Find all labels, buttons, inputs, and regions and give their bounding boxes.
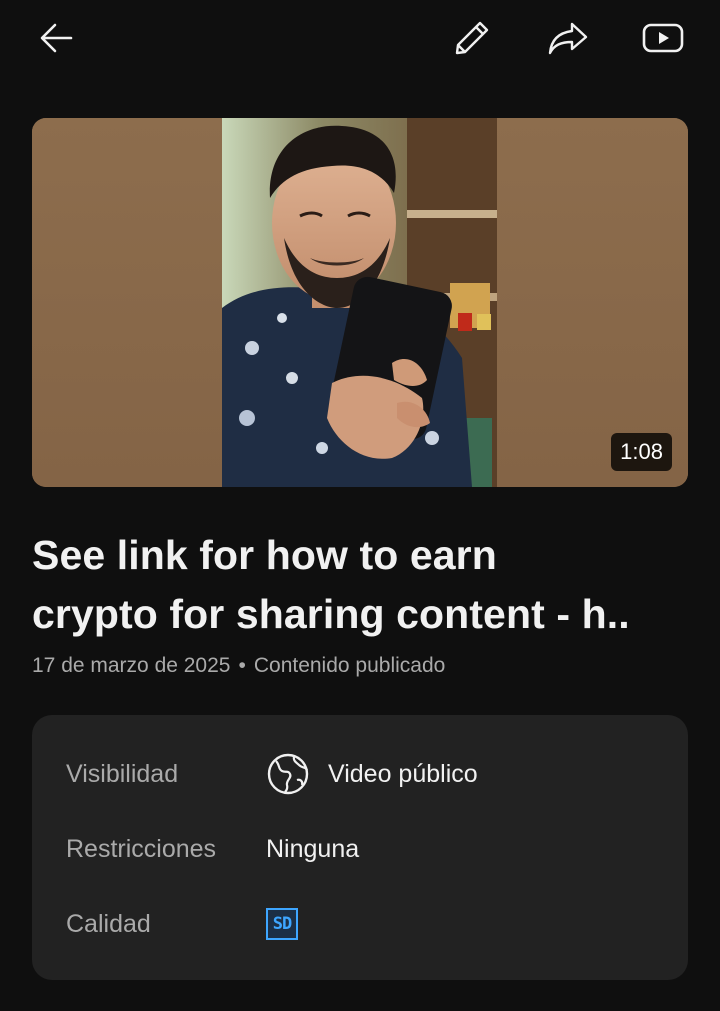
visibility-label: Visibilidad [66, 759, 179, 788]
youtube-play-icon [642, 23, 684, 53]
quality-value-group: SD [266, 908, 298, 940]
back-button[interactable] [29, 10, 85, 66]
quality-row[interactable]: Calidad SD [66, 899, 298, 949]
visibility-value: Video público [328, 759, 478, 788]
video-details-screen: 1:08 See link for how to earn crypto for… [0, 0, 720, 1011]
video-title-line-1: See link for how to earn [32, 532, 497, 578]
visibility-value-group: Video público [266, 752, 478, 796]
thumbnail-person-image [222, 118, 498, 487]
share-arrow-icon [548, 22, 588, 55]
video-title-line-2: crypto for sharing content - h.. [32, 591, 630, 637]
arrow-left-icon [40, 23, 73, 53]
thumbnail-blur-right [497, 118, 688, 487]
thumbnail-blur-left [32, 118, 222, 487]
share-button[interactable] [540, 10, 596, 66]
video-thumbnail[interactable]: 1:08 [32, 118, 688, 487]
duration-badge: 1:08 [611, 433, 672, 471]
globe-icon [267, 753, 309, 795]
video-title: See link for how to earn crypto for shar… [32, 526, 688, 644]
video-details-card: Visibilidad Video público Restricciones … [32, 715, 688, 980]
publish-status: Contenido publicado [253, 654, 446, 677]
meta-separator: • [238, 654, 246, 677]
video-meta: 17 de marzo de 2025 • Contenido publicad… [32, 654, 445, 678]
restrictions-label: Restricciones [66, 834, 217, 863]
visibility-row[interactable]: Visibilidad Video público [66, 749, 478, 799]
quality-label: Calidad [66, 909, 151, 938]
thumbnail-frame [222, 118, 498, 487]
top-app-bar [0, 0, 720, 80]
publish-date: 17 de marzo de 2025 [32, 654, 231, 677]
sd-badge-icon: SD [266, 908, 298, 940]
restrictions-value: Ninguna [266, 834, 360, 863]
restrictions-row[interactable]: Restricciones Ninguna [66, 824, 359, 874]
edit-button[interactable] [444, 10, 500, 66]
pencil-icon [455, 21, 489, 55]
youtube-open-button[interactable] [635, 10, 691, 66]
